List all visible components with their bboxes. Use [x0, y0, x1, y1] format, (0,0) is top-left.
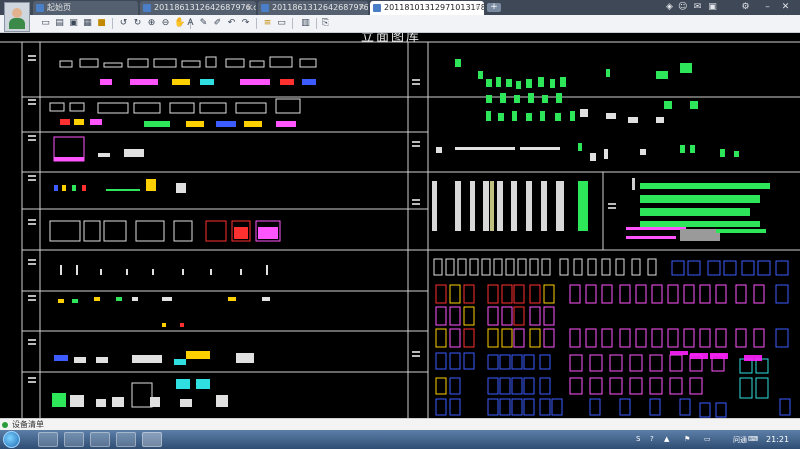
plants-detail — [436, 109, 664, 161]
avatar-body — [9, 18, 25, 29]
zoom-in-icon[interactable]: ⊕ — [146, 18, 157, 29]
taskbar-app-viewer[interactable] — [90, 432, 110, 447]
door-grid-color — [435, 284, 769, 399]
chat-icon[interactable]: ✉ — [693, 3, 702, 12]
lamp-row — [60, 265, 268, 275]
lock-icon[interactable]: ■ — [96, 18, 107, 29]
start-page-icon — [36, 4, 44, 12]
tab-dwg-2[interactable]: 2011861312642687976.dwg ✕ — [258, 1, 368, 15]
lamp-row-color — [58, 297, 270, 327]
brush-icon[interactable]: ✐ — [212, 18, 223, 29]
tray-icon-help[interactable]: ? — [650, 435, 654, 443]
rotate-right-icon[interactable]: ↻ — [132, 18, 143, 29]
settings-icon[interactable]: ⚙ — [741, 3, 750, 12]
close-tab-icon[interactable]: ✕ — [246, 1, 253, 15]
tab-dwg-1[interactable]: 20118613126426879​76.dwg ✕ — [140, 1, 256, 15]
tab-dwg-active[interactable]: 2011810131297101317​8.d... ✕ — [370, 1, 484, 15]
close-icon[interactable]: ✕ — [781, 3, 790, 12]
measure-icon[interactable]: ▭ — [276, 18, 287, 29]
drawing-title: 立面图库 — [361, 33, 422, 45]
layer-icon[interactable]: ≡ — [262, 18, 273, 29]
cad-viewer-window: 起始页 20118613126426879​76.dwg ✕ 201186131… — [0, 0, 800, 449]
railing-group — [626, 178, 770, 241]
dwg-file-icon — [261, 4, 269, 12]
tab-start-page[interactable]: 起始页 — [33, 1, 138, 15]
toolbar-separator — [112, 18, 113, 29]
close-tab-icon[interactable]: ✕ — [358, 1, 365, 15]
layers-panel-icon[interactable]: ▥ — [300, 18, 311, 29]
taskbar-app-cad[interactable] — [142, 432, 162, 447]
start-button[interactable] — [3, 431, 20, 448]
user-icon[interactable]: ☺ — [678, 3, 687, 12]
pan-icon[interactable]: ✋ — [174, 18, 185, 29]
gift-icon[interactable]: ◈ — [665, 3, 674, 12]
chair-row — [54, 179, 186, 193]
dwg-file-icon — [143, 4, 151, 12]
misc-row — [52, 379, 228, 408]
columns-group — [432, 181, 564, 231]
undo-icon[interactable]: ↶ — [226, 18, 237, 29]
toolbar-separator — [256, 18, 257, 29]
export-icon[interactable]: ⎘ — [320, 18, 331, 29]
taskbar-app-books[interactable] — [116, 432, 136, 447]
tray-ime[interactable]: 问通 — [733, 435, 747, 445]
save-icon[interactable]: ▣ — [68, 18, 79, 29]
plants-group — [455, 59, 739, 157]
taskbar: S ? ▲ ⚑ ▭ 问通 ⌨ 21:21 — [0, 430, 800, 449]
column-green — [578, 181, 588, 231]
tab-label: 2011861312642687976.dwg — [272, 3, 368, 12]
drawing-canvas[interactable]: 立面图库 — [0, 33, 800, 419]
sofa-row — [59, 56, 317, 68]
tab-label: 2011810131297101317​8.d... — [384, 3, 484, 12]
close-tab-icon[interactable]: ✕ — [474, 1, 481, 15]
status-icon — [2, 422, 8, 428]
door-grid-magenta-fill — [670, 351, 762, 361]
door-grid-white — [433, 258, 657, 276]
pencil-icon[interactable]: ✎ — [198, 18, 209, 29]
toolbar: ▭ ▤ ▣ ▦ ■ ↺ ↻ ⊕ ⊖ ✋ A ✎ ✐ ↶ ↷ ≡ ▭ ▥ ⎘ — [0, 15, 800, 33]
kitchen-row — [53, 136, 144, 162]
tray-icon-s[interactable]: S — [636, 435, 640, 443]
new-file-icon[interactable]: ▭ — [40, 18, 51, 29]
redo-icon[interactable]: ↷ — [240, 18, 251, 29]
zoom-out-icon[interactable]: ⊖ — [160, 18, 171, 29]
rotate-left-icon[interactable]: ↺ — [118, 18, 129, 29]
toolbar-separator — [316, 18, 317, 29]
tray-icon-screen[interactable]: ▭ — [704, 435, 711, 443]
bath-row — [54, 351, 254, 365]
open-file-icon[interactable]: ▤ — [54, 18, 65, 29]
tray-icon-keyboard[interactable]: ⌨ — [748, 435, 758, 443]
save-as-icon[interactable]: ▦ — [82, 18, 93, 29]
cad-drawing — [0, 41, 800, 419]
toolbar-separator — [292, 18, 293, 29]
text-icon[interactable]: A — [185, 18, 196, 29]
avatar-head — [12, 8, 22, 18]
bed-row — [49, 98, 301, 114]
sofa-row-color — [100, 79, 316, 85]
taskbar-app-ie[interactable] — [38, 432, 58, 447]
taskbar-app-explorer[interactable] — [64, 432, 84, 447]
mail-icon[interactable]: ▣ — [708, 3, 717, 12]
dwg-file-icon — [373, 4, 381, 12]
new-tab-button[interactable]: + — [487, 3, 501, 12]
title-bar: 起始页 20118613126426879​76.dwg ✕ 201186131… — [0, 0, 800, 15]
tray-icon-flag[interactable]: ⚑ — [684, 435, 690, 443]
tab-label: 20118613126426879​76.dwg — [154, 3, 256, 12]
clock[interactable]: 21:21 — [766, 435, 789, 444]
minimize-icon[interactable]: – — [763, 3, 772, 12]
tab-label: 起始页 — [47, 3, 71, 12]
tray-icon-network[interactable]: ▲ — [664, 435, 669, 443]
bed-row-color — [60, 119, 296, 127]
avatar[interactable] — [4, 2, 30, 32]
